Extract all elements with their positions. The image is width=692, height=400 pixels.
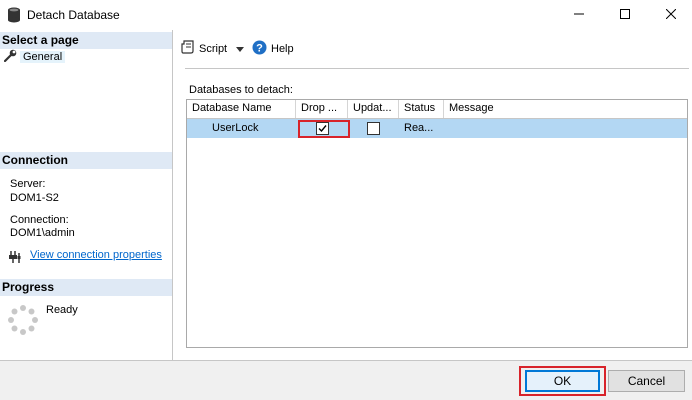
help-label: Help [271,43,294,55]
view-connection-properties-link[interactable]: View connection properties [30,249,162,261]
table-row[interactable]: UserLock Rea... [187,119,687,138]
server-label: Server: [10,178,46,190]
maximize-button[interactable] [602,0,648,30]
databases-grid[interactable]: Database Name Drop ... Updat... Status M… [186,99,688,348]
minimize-icon [574,8,584,22]
update-statistics-checkbox[interactable] [367,122,380,135]
wrench-icon [3,49,17,65]
database-icon [7,7,21,23]
cell-database-name: UserLock [212,122,259,134]
column-header-message[interactable]: Message [444,100,687,118]
select-page-header: Select a page [0,32,172,49]
sidebar-item-label: General [20,51,66,63]
grid-header: Database Name Drop ... Updat... Status M… [187,100,687,119]
svg-text:?: ? [256,43,263,55]
progress-spinner-icon [7,304,39,339]
column-header-status[interactable]: Status [399,100,444,118]
sidebar: Select a page General Connection Server:… [0,30,173,360]
cancel-button[interactable]: Cancel [608,370,685,392]
column-header-database-name[interactable]: Database Name [187,100,296,118]
script-button[interactable]: Script [181,40,245,57]
close-button[interactable] [648,0,692,30]
column-header-drop-connections[interactable]: Drop ... [296,100,348,118]
sidebar-item-general[interactable]: General [3,49,66,65]
close-icon [665,8,677,22]
title-bar: Detach Database [0,0,692,30]
grid-label: Databases to detach: [189,84,293,96]
script-icon [181,40,195,57]
plug-icon [8,250,22,267]
column-header-update-statistics[interactable]: Updat... [348,100,399,118]
toolbar-divider [185,68,689,69]
dialog-footer: OK Cancel [0,360,692,400]
server-value: DOM1-S2 [10,192,59,204]
progress-header: Progress [0,279,172,296]
help-button[interactable]: ? Help [252,40,294,58]
cell-status: Rea... [404,122,434,134]
ok-button[interactable]: OK [525,370,600,392]
connection-header: Connection [0,152,172,169]
progress-status: Ready [46,304,78,316]
checkmark-icon [318,125,327,133]
window-title: Detach Database [27,8,120,22]
connection-value: DOM1\admin [10,227,75,239]
toolbar: Script ? Help [173,30,692,64]
help-icon: ? [252,40,267,58]
chevron-down-icon [236,43,245,55]
connection-label: Connection: [10,214,69,226]
script-label: Script [199,42,228,55]
drop-connections-checkbox[interactable] [316,122,329,135]
maximize-icon [620,8,630,22]
cell-message [444,119,687,138]
minimize-button[interactable] [556,0,602,30]
